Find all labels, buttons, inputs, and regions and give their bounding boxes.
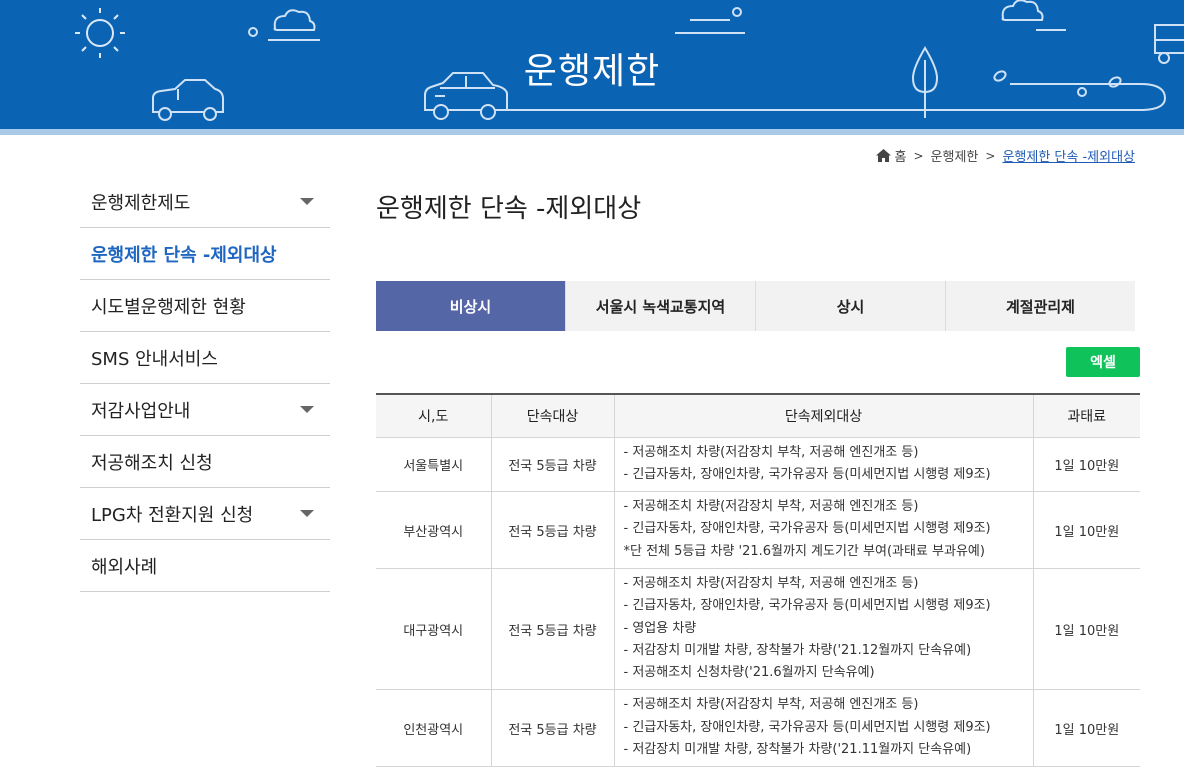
cell-region: 대구광역시 (376, 567, 492, 691)
tab-regular[interactable]: 상시 (755, 281, 945, 331)
cell-fine: 1일 10만원 (1032, 491, 1140, 569)
breadcrumb-home[interactable]: 홈 (895, 146, 907, 165)
cell-target: 전국 5등급 차량 (490, 567, 615, 691)
chevron-right-icon: > (985, 148, 996, 163)
exclusion-line: - 저공해조치 차량(저감장치 부착, 저공해 엔진개조 등) (623, 499, 919, 515)
exclusion-table: 시,도 단속대상 단속제외대상 과태료 서울특별시 전국 5등급 차량 - 저공… (376, 393, 1140, 768)
banner-divider (0, 129, 1184, 135)
tab-bar: 비상시 서울시 녹색교통지역 상시 계절관리제 (376, 281, 1135, 331)
column-header-region: 시,도 (376, 393, 492, 438)
sidebar-item-regional-status[interactable]: 시도별운행제한 현황 (80, 280, 330, 332)
caret-down-icon (300, 510, 314, 517)
breadcrumb-level1[interactable]: 운행제한 (931, 146, 979, 165)
caret-down-icon (300, 406, 314, 413)
table-row: 인천광역시 전국 5등급 차량 - 저공해조치 차량(저감장치 부착, 저공해 … (376, 689, 1140, 768)
table-header-row: 시,도 단속대상 단속제외대상 과태료 (376, 393, 1140, 438)
exclusion-line: - 저공해조치 차량(저감장치 부착, 저공해 엔진개조 등) (623, 575, 919, 591)
page-banner: 운행제한 (0, 0, 1184, 135)
cloud-icon (1001, 0, 1044, 21)
cell-exclusions: - 저공해조치 차량(저감장치 부착, 저공해 엔진개조 등) - 긴급자동차,… (613, 491, 1034, 569)
tab-emergency[interactable]: 비상시 (376, 281, 565, 331)
exclusion-line: - 긴급자동차, 장애인차량, 국가유공자 등(미세먼지법 시행령 제9조) (623, 466, 991, 482)
cell-fine: 1일 10만원 (1032, 689, 1140, 768)
sidebar-item-label: 시도별운행제한 현황 (91, 296, 246, 318)
cell-region: 부산광역시 (376, 491, 492, 569)
sidebar-item-lpg-conversion[interactable]: LPG차 전환지원 신청 (80, 488, 330, 540)
exclusion-line: - 저감장치 미개발 차량, 장착불가 차량('21.11월까지 단속유예) (623, 742, 972, 758)
excel-download-button[interactable]: 엑셀 (1066, 347, 1140, 377)
sidebar-item-reduction-program[interactable]: 저감사업안내 (80, 384, 330, 436)
chevron-right-icon: > (913, 148, 924, 163)
sidebar-item-label: 운행제한 단속 -제외대상 (91, 244, 277, 266)
sidebar-item-label: SMS 안내서비스 (91, 348, 218, 370)
sidebar-item-enforcement-exclusions[interactable]: 운행제한 단속 -제외대상 (80, 228, 330, 280)
cell-fine: 1일 10만원 (1032, 436, 1140, 493)
sidebar-item-label: 저감사업안내 (91, 400, 191, 422)
sidebar-item-sms-service[interactable]: SMS 안내서비스 (80, 332, 330, 384)
sidebar-item-label: 운행제한제도 (91, 192, 191, 214)
table-row: 대구광역시 전국 5등급 차량 - 저공해조치 차량(저감장치 부착, 저공해 … (376, 567, 1140, 691)
sidebar-nav: 운행제한제도 운행제한 단속 -제외대상 시도별운행제한 현황 SMS 안내서비… (80, 176, 330, 592)
table-row: 서울특별시 전국 5등급 차량 - 저공해조치 차량(저감장치 부착, 저공해 … (376, 436, 1140, 493)
cell-exclusions: - 저공해조치 차량(저감장치 부착, 저공해 엔진개조 등) - 긴급자동차,… (613, 567, 1034, 691)
column-header-fine: 과태료 (1032, 393, 1140, 438)
cell-region: 인천광역시 (376, 689, 492, 768)
cloud-icon (273, 9, 316, 31)
cell-target: 전국 5등급 차량 (490, 689, 615, 768)
tab-seasonal[interactable]: 계절관리제 (945, 281, 1135, 331)
exclusion-line: - 긴급자동차, 장애인차량, 국가유공자 등(미세먼지법 시행령 제9조) (623, 719, 991, 735)
sidebar-item-label: LPG차 전환지원 신청 (91, 504, 254, 526)
cell-target: 전국 5등급 차량 (490, 491, 615, 569)
sidebar-item-system[interactable]: 운행제한제도 (80, 176, 330, 228)
cell-exclusions: - 저공해조치 차량(저감장치 부착, 저공해 엔진개조 등) - 긴급자동차,… (613, 436, 1034, 493)
caret-down-icon (300, 198, 314, 205)
breadcrumb: 홈 > 운행제한 > 운행제한 단속 -제외대상 (875, 146, 1135, 165)
cell-fine: 1일 10만원 (1032, 567, 1140, 691)
table-row: 부산광역시 전국 5등급 차량 - 저공해조치 차량(저감장치 부착, 저공해 … (376, 491, 1140, 569)
sidebar-item-label: 저공해조치 신청 (91, 452, 213, 474)
breadcrumb-current[interactable]: 운행제한 단속 -제외대상 (1002, 146, 1135, 165)
home-icon (875, 149, 891, 162)
cell-region: 서울특별시 (376, 436, 492, 493)
exclusion-line: *단 전체 5등급 차량 '21.6월까지 계도기간 부여(과태료 부과유예) (623, 543, 985, 559)
sidebar-item-low-emission-apply[interactable]: 저공해조치 신청 (80, 436, 330, 488)
page-title: 운행제한 단속 -제외대상 (376, 194, 642, 224)
column-header-target: 단속대상 (490, 393, 615, 438)
exclusion-line: - 저공해조치 신청차량('21.6월까지 단속유예) (623, 665, 875, 681)
exclusion-line: - 저감장치 미개발 차량, 장착불가 차량('21.12월까지 단속유예) (623, 642, 972, 658)
banner-title: 운행제한 (523, 51, 661, 92)
sidebar-item-overseas-cases[interactable]: 해외사례 (80, 540, 330, 592)
cell-exclusions: - 저공해조치 차량(저감장치 부착, 저공해 엔진개조 등) - 긴급자동차,… (613, 689, 1034, 768)
cell-target: 전국 5등급 차량 (490, 436, 615, 493)
tab-seoul-green-zone[interactable]: 서울시 녹색교통지역 (565, 281, 755, 331)
column-header-exclusions: 단속제외대상 (613, 393, 1034, 438)
exclusion-line: - 저공해조치 차량(저감장치 부착, 저공해 엔진개조 등) (623, 444, 919, 460)
exclusion-line: - 영업용 차량 (623, 620, 697, 636)
exclusion-line: - 저공해조치 차량(저감장치 부착, 저공해 엔진개조 등) (623, 697, 919, 713)
exclusion-line: - 긴급자동차, 장애인차량, 국가유공자 등(미세먼지법 시행령 제9조) (623, 521, 991, 537)
sidebar-item-label: 해외사례 (91, 556, 158, 578)
exclusion-line: - 긴급자동차, 장애인차량, 국가유공자 등(미세먼지법 시행령 제9조) (623, 598, 991, 614)
